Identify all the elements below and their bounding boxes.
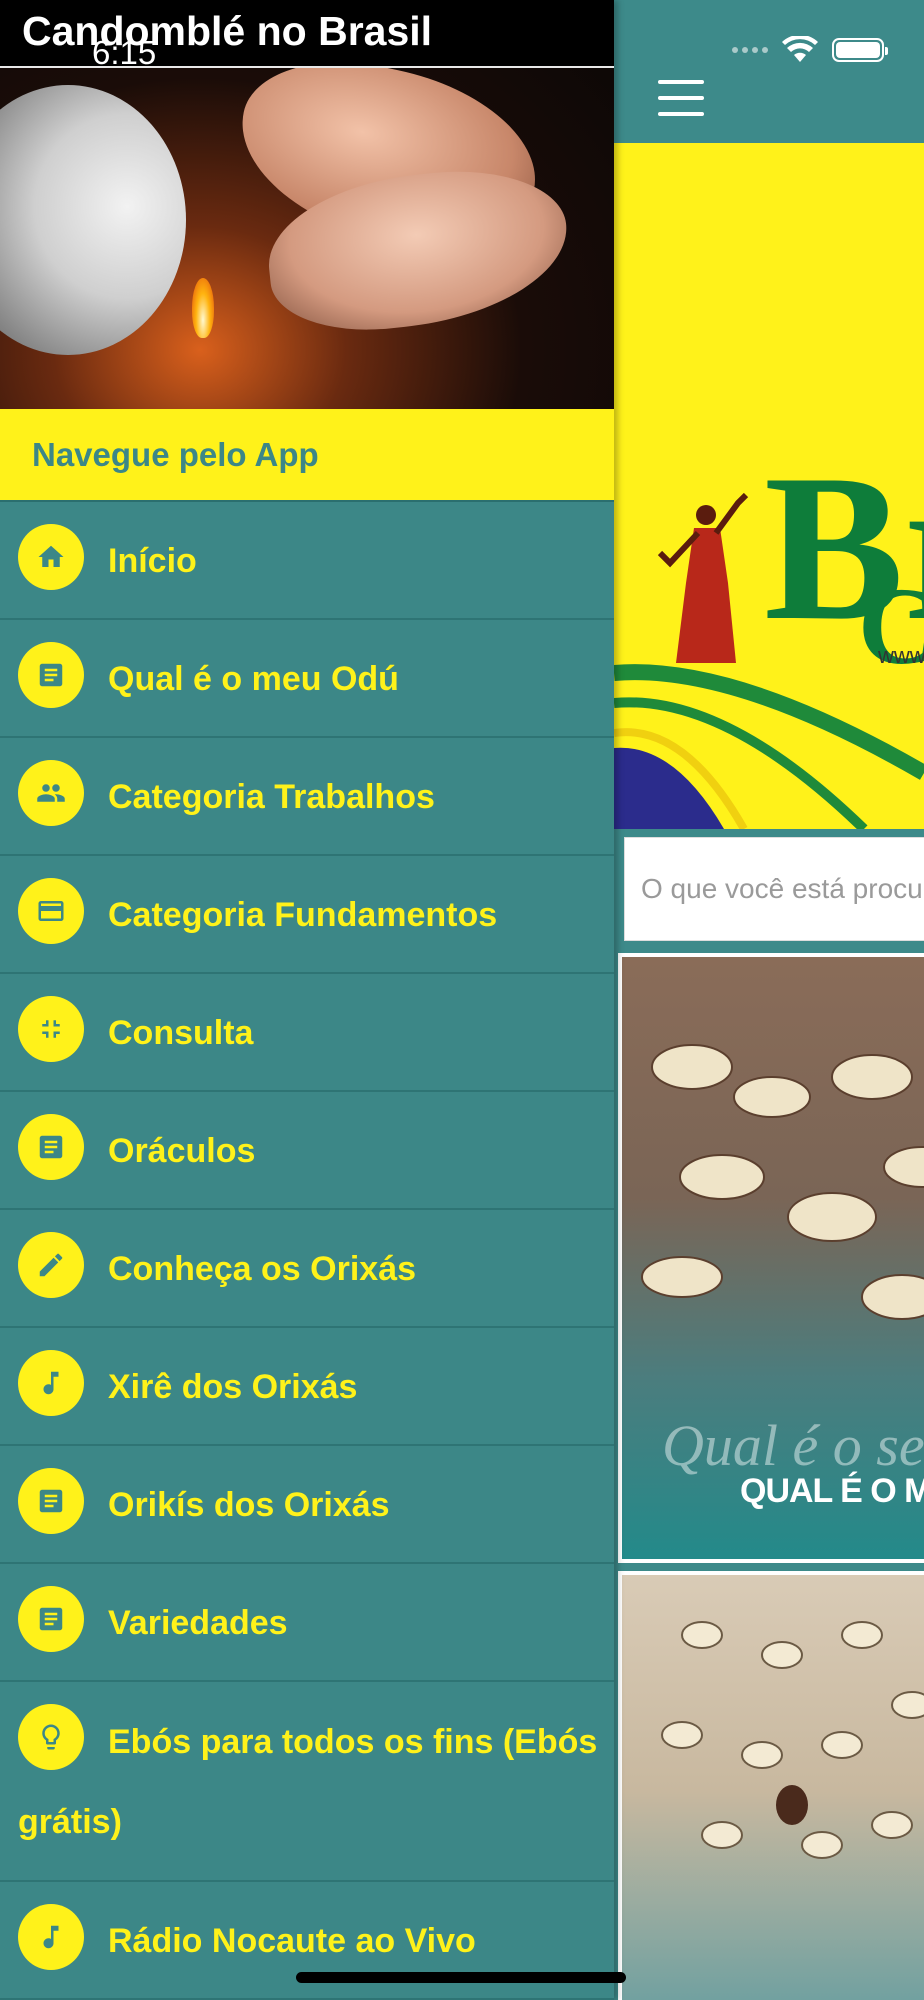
nav-item-label: Variedades xyxy=(108,1604,288,1642)
nav-header-label: Navegue pelo App xyxy=(32,435,319,473)
home-indicator[interactable] xyxy=(296,1972,626,1983)
people-icon xyxy=(18,760,84,826)
nav-item-conheca-os-orixas[interactable]: Conheça os Orixás xyxy=(0,1210,614,1328)
article-icon xyxy=(18,642,84,708)
card-caption: QUAL É O MEU ODÚ xyxy=(740,1472,924,1510)
hamburger-menu-icon[interactable] xyxy=(658,80,704,116)
app-title: Candomblé no Brasil xyxy=(22,8,433,54)
nav-item-label: Oráculos xyxy=(108,1132,256,1170)
candle-flame-image xyxy=(192,278,214,338)
nav-list: Início Qual é o meu Odú Categoria Trabal… xyxy=(0,502,614,2000)
nav-item-label: Consulta xyxy=(108,1014,254,1052)
wifi-icon xyxy=(782,36,818,62)
status-bar-icons xyxy=(732,36,888,64)
nav-item-label: Xirê dos Orixás xyxy=(108,1368,358,1406)
nav-item-label: Categoria Fundamentos xyxy=(108,896,498,934)
nav-item-label: Início xyxy=(108,542,197,580)
main-content: C Br www Qual é o seu QUAL É O xyxy=(614,0,924,2000)
nav-item-categoria-trabalhos[interactable]: Categoria Trabalhos xyxy=(0,738,614,856)
crystal-ball-image xyxy=(0,85,186,355)
nav-item-label: Qual é o meu Odú xyxy=(108,660,399,698)
logo-letter-b: Br xyxy=(764,432,924,664)
dancer-figure-icon xyxy=(657,493,749,663)
cellular-signal-icon xyxy=(732,47,768,53)
nav-item-label: Categoria Trabalhos xyxy=(108,778,435,816)
article-icon xyxy=(18,1468,84,1534)
music-note-icon xyxy=(18,1350,84,1416)
article-icon xyxy=(18,1586,84,1652)
drawer-hero-image: Candomblé no Brasil 6:15 xyxy=(0,0,614,409)
shells-card[interactable] xyxy=(618,1571,924,2000)
navigation-drawer: Candomblé no Brasil 6:15 Navegue pelo Ap… xyxy=(0,0,614,2000)
app-bar xyxy=(614,0,924,143)
brand-banner[interactable]: C Br www xyxy=(614,143,924,829)
pencil-icon xyxy=(18,1232,84,1298)
beads-and-shells-image xyxy=(661,1621,924,1859)
article-icon xyxy=(18,1114,84,1180)
collapse-icon xyxy=(18,996,84,1062)
battery-icon xyxy=(832,38,888,62)
status-time: 6:15 xyxy=(92,34,157,71)
search-input[interactable] xyxy=(641,873,924,905)
card-icon xyxy=(18,878,84,944)
nav-section-header: Navegue pelo App xyxy=(0,409,614,502)
search-bar[interactable] xyxy=(624,837,924,941)
nav-item-label: Ebós para todos os fins (Ebós grátis) xyxy=(18,1723,598,1841)
nav-item-qual-e-o-meu-odu[interactable]: Qual é o meu Odú xyxy=(0,620,614,738)
nav-item-oraculos[interactable]: Oráculos xyxy=(0,1092,614,1210)
music-note-icon xyxy=(18,1904,84,1970)
nav-item-label: Orikís dos Orixás xyxy=(108,1486,390,1524)
nav-item-orikis-dos-orixas[interactable]: Orikís dos Orixás xyxy=(0,1446,614,1564)
nav-item-ebos-para-todos-os-fins[interactable]: Ebós para todos os fins (Ebós grátis) xyxy=(0,1682,614,1882)
nav-item-label: Rádio Nocaute ao Vivo xyxy=(108,1922,476,1960)
nav-item-xire-dos-orixas[interactable]: Xirê dos Orixás xyxy=(0,1328,614,1446)
nav-item-variedades[interactable]: Variedades xyxy=(0,1564,614,1682)
nav-item-consulta[interactable]: Consulta xyxy=(0,974,614,1092)
cowrie-shells-image xyxy=(641,1044,924,1320)
nav-item-label: Conheça os Orixás xyxy=(108,1250,417,1288)
brazil-stripes-decoration xyxy=(614,664,924,829)
card-script-text: Qual é o seu xyxy=(662,1413,924,1478)
nav-item-categoria-fundamentos[interactable]: Categoria Fundamentos xyxy=(0,856,614,974)
home-icon xyxy=(18,524,84,590)
odu-card[interactable]: Qual é o seu QUAL É O MEU ODÚ xyxy=(618,953,924,1563)
nav-item-inicio[interactable]: Início xyxy=(0,502,614,620)
